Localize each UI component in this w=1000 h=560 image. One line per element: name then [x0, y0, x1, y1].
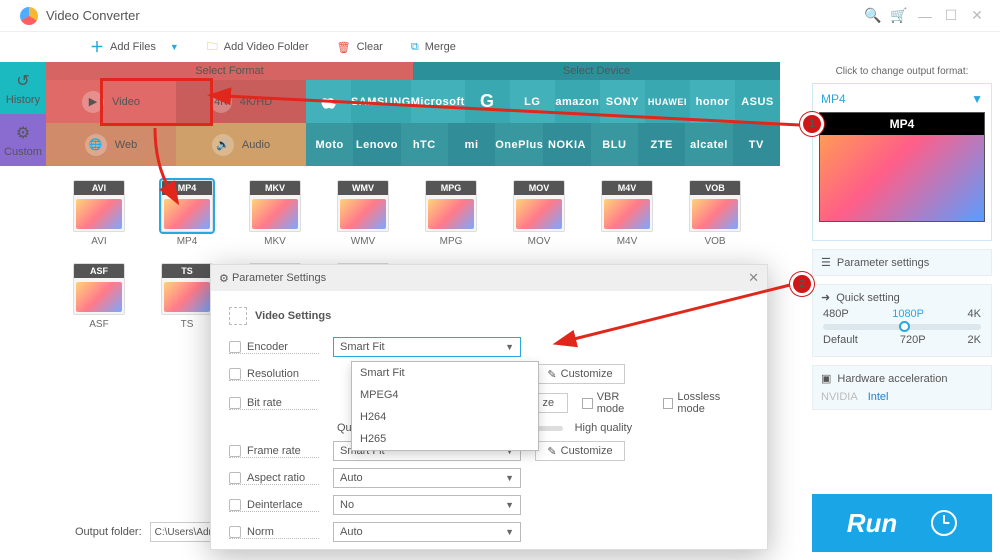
encoder-dropdown: Smart Fit MPEG4 H264 H265 — [351, 361, 539, 451]
encoder-option-h264[interactable]: H264 — [352, 406, 538, 428]
encoder-option-h265[interactable]: H265 — [352, 428, 538, 450]
encoder-option-smartfit[interactable]: Smart Fit — [352, 362, 538, 384]
encoder-option-mpeg4[interactable]: MPEG4 — [352, 384, 538, 406]
annotation-arrow-1: ✱ — [0, 0, 1000, 560]
